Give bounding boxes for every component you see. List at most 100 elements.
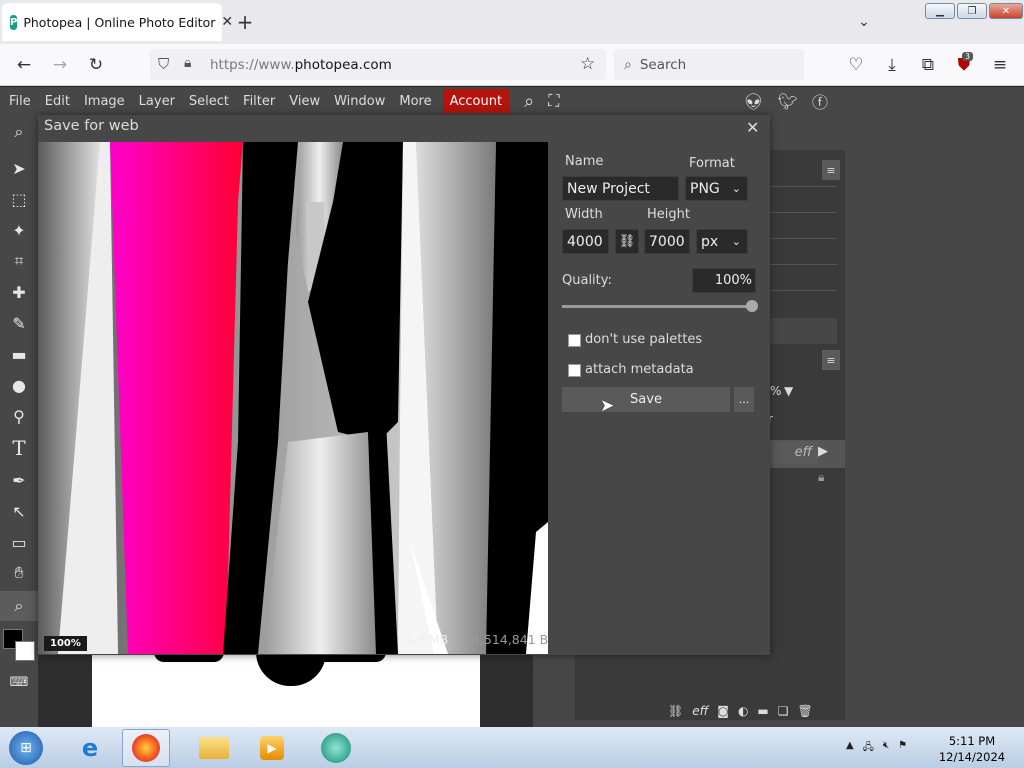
link-layers-icon[interactable]: ⛓ (668, 704, 683, 718)
maximize-window-button[interactable]: ❐ (957, 3, 987, 19)
firefox-taskbar-button[interactable] (122, 729, 170, 767)
system-clock[interactable]: 5:11 PM 12/14/2024 (932, 733, 1012, 765)
url-bar[interactable]: ⛉ 🔒︎ https://www.photopea.com ☆ (150, 49, 606, 80)
fullscreen-icon[interactable]: ⛶ (541, 89, 566, 113)
menu-window[interactable]: Window (327, 89, 392, 113)
volume-muted-icon[interactable]: 🔇︎ (883, 740, 889, 757)
file-size-label: 4.3 MB (405, 632, 449, 647)
network-icon[interactable]: 🖧︎ (863, 740, 874, 757)
magic-wand-icon[interactable]: ✦ (0, 215, 38, 245)
panel-menu-icon[interactable]: ≡ (822, 160, 840, 180)
reload-icon[interactable]: ↻ (82, 52, 110, 78)
new-layer-icon[interactable]: ❏ (778, 704, 789, 718)
menu-filter[interactable]: Filter (236, 89, 282, 113)
quality-slider-handle[interactable] (746, 300, 758, 312)
blur-tool-icon[interactable]: ● (0, 370, 38, 400)
pocket-icon[interactable]: ♡ (842, 52, 870, 78)
forward-icon[interactable]: → (46, 52, 74, 78)
attach-metadata-label: attach metadata (585, 362, 694, 377)
dialog-close-icon[interactable]: ✕ (746, 118, 759, 137)
panel-menu-icon[interactable]: ≡ (822, 350, 840, 370)
quality-input[interactable]: 100% (692, 268, 756, 293)
healing-brush-icon[interactable]: ✚ (0, 277, 38, 307)
clock-time: 5:11 PM (948, 734, 996, 748)
brush-tool-icon[interactable]: ✎ (0, 308, 38, 338)
chevron-right-icon[interactable]: ▶ (818, 444, 828, 459)
show-hidden-icons-icon[interactable]: ▲ (846, 740, 854, 757)
lock-icon[interactable]: 🔒︎ (184, 55, 191, 71)
trash-icon[interactable]: 🗑︎ (798, 704, 813, 718)
menu-image[interactable]: Image (77, 89, 132, 113)
dont-use-palettes-checkbox[interactable] (568, 334, 581, 347)
adjustment-icon[interactable]: ◐ (738, 704, 748, 718)
browser-tab[interactable]: P Photopea | Online Photo Editor ✕ (2, 3, 233, 41)
back-icon[interactable]: ← (10, 52, 38, 78)
folder-icon[interactable]: ▬ (757, 704, 768, 718)
browser-search-box[interactable]: ⌕ Search (614, 49, 804, 80)
move-tool-icon[interactable]: ➤ (0, 153, 38, 183)
marquee-tool-icon[interactable]: ⬚ (0, 184, 38, 214)
hand-tool-icon[interactable]: ✋︎ (0, 558, 38, 588)
search-icon[interactable]: ⌕ (517, 89, 541, 113)
internet-explorer-icon[interactable]: e (66, 729, 114, 767)
crop-tool-icon[interactable]: ⌗ (0, 246, 38, 276)
more-options-button[interactable]: ... (734, 387, 754, 412)
app-taskbar-icon[interactable] (312, 729, 360, 767)
lock-icon[interactable]: 🔒︎ (818, 470, 824, 485)
dropdown-arrow-icon[interactable]: ▼ (784, 384, 793, 398)
unit-select[interactable]: px ⌄ (696, 229, 748, 254)
text-tool-icon[interactable]: T (0, 433, 38, 463)
close-window-button[interactable]: ✕ (989, 3, 1023, 19)
shield-icon[interactable]: ⛉ (158, 55, 169, 73)
quality-slider-track[interactable] (562, 305, 752, 308)
gradient-tool-icon[interactable]: ▬ (0, 339, 38, 369)
tab-close-icon[interactable]: ✕ (221, 14, 233, 30)
reddit-icon[interactable]: 👽︎ (736, 89, 770, 113)
menu-edit[interactable]: Edit (38, 89, 77, 113)
start-button[interactable]: ⊞ (2, 729, 50, 767)
menu-view[interactable]: View (282, 89, 327, 113)
mask-icon[interactable]: ◙ (717, 704, 729, 718)
attach-metadata-checkbox[interactable] (568, 364, 581, 377)
format-select[interactable]: PNG ⌄ (685, 176, 748, 201)
background-color-swatch[interactable] (15, 641, 35, 661)
layer-effects-label[interactable]: eff (770, 441, 818, 464)
downloads-icon[interactable]: ⤓ (878, 52, 906, 78)
menu-file[interactable]: File (2, 89, 38, 113)
facebook-icon[interactable]: ⓕ (805, 89, 835, 113)
name-label: Name (565, 154, 604, 169)
menu-select[interactable]: Select (182, 89, 236, 113)
account-button[interactable]: Account (442, 89, 510, 113)
url-domain: photopea.com (294, 56, 392, 73)
minimize-window-button[interactable]: ▁ (925, 3, 955, 19)
pen-tool-icon[interactable]: ✒ (0, 465, 38, 495)
preview-image (38, 142, 548, 654)
path-select-icon[interactable]: ↖ (0, 496, 38, 526)
menu-more[interactable]: More (392, 89, 438, 113)
extensions-icon[interactable]: ⧉ (914, 52, 942, 78)
tools-panel: ⌕ ➤ ⬚ ✦ ⌗ ✚ ✎ ▬ ● ⚲ T ✒ ↖ ▭ ✋︎ ⌕ ⌨ (0, 115, 38, 727)
menu-layer[interactable]: Layer (132, 89, 182, 113)
bookmark-star-icon[interactable]: ☆ (580, 54, 595, 74)
new-tab-button[interactable]: + (234, 8, 256, 36)
action-center-flag-icon[interactable]: ⚑ (898, 740, 907, 757)
file-explorer-icon[interactable] (190, 729, 238, 767)
list-all-tabs-icon[interactable]: ⌄ (854, 10, 874, 34)
app-menu-icon[interactable]: ≡ (986, 52, 1014, 78)
layer-effects-icon[interactable]: eff (692, 704, 708, 718)
height-label: Height (647, 207, 690, 222)
image-preview[interactable] (38, 142, 548, 654)
shape-tool-icon[interactable]: ▭ (0, 527, 38, 557)
zoom-tool-top-icon[interactable]: ⌕ (0, 117, 38, 147)
width-input[interactable]: 4000 (562, 229, 609, 254)
height-input[interactable]: 7000 (644, 229, 690, 254)
document-canvas[interactable] (92, 652, 480, 727)
link-proportions-icon[interactable]: ⛓ (615, 229, 639, 254)
media-player-icon[interactable]: ▶ (248, 729, 296, 767)
save-button[interactable]: Save (562, 387, 730, 412)
twitter-icon[interactable]: 🐦︎ (771, 89, 805, 113)
dodge-tool-icon[interactable]: ⚲ (0, 401, 38, 431)
zoom-tool-icon[interactable]: ⌕ (0, 591, 38, 621)
name-input[interactable]: New Project (562, 176, 679, 201)
keyboard-icon[interactable]: ⌨ (0, 667, 38, 697)
